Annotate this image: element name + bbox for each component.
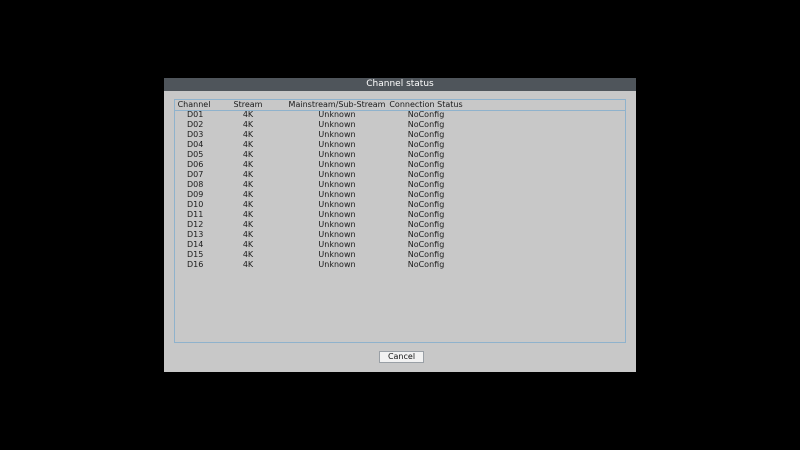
header-mainstream-substream: Mainstream/Sub-Stream bbox=[288, 100, 386, 109]
cell-stream: 4K bbox=[242, 120, 254, 129]
cell-connection-status: NoConfig bbox=[407, 110, 445, 119]
cell-connection-status: NoConfig bbox=[407, 150, 445, 159]
table-row[interactable]: D01 4K Unknown NoConfig bbox=[175, 110, 625, 120]
cell-stream: 4K bbox=[242, 150, 254, 159]
cell-connection-status: NoConfig bbox=[407, 260, 445, 269]
cell-stream: 4K bbox=[242, 130, 254, 139]
cell-channel: D15 bbox=[187, 250, 204, 259]
cell-mainstream-substream: Unknown bbox=[318, 130, 356, 139]
table-row[interactable]: D05 4K Unknown NoConfig bbox=[175, 150, 625, 160]
cell-mainstream-substream: Unknown bbox=[318, 220, 356, 229]
table-row[interactable]: D16 4K Unknown NoConfig bbox=[175, 260, 625, 270]
cell-channel: D03 bbox=[187, 130, 204, 139]
table-row[interactable]: D02 4K Unknown NoConfig bbox=[175, 120, 625, 130]
cell-connection-status: NoConfig bbox=[407, 130, 445, 139]
cell-connection-status: NoConfig bbox=[407, 120, 445, 129]
cell-connection-status: NoConfig bbox=[407, 160, 445, 169]
cell-channel: D09 bbox=[187, 190, 204, 199]
cell-mainstream-substream: Unknown bbox=[318, 260, 356, 269]
cell-channel: D07 bbox=[187, 170, 204, 179]
cell-mainstream-substream: Unknown bbox=[318, 110, 356, 119]
cell-channel: D11 bbox=[187, 210, 204, 219]
table-row[interactable]: D10 4K Unknown NoConfig bbox=[175, 200, 625, 210]
table-row[interactable]: D07 4K Unknown NoConfig bbox=[175, 170, 625, 180]
cell-channel: D13 bbox=[187, 230, 204, 239]
cell-connection-status: NoConfig bbox=[407, 180, 445, 189]
cell-channel: D05 bbox=[187, 150, 204, 159]
cell-mainstream-substream: Unknown bbox=[318, 230, 356, 239]
header-connection-status: Connection Status bbox=[389, 100, 463, 109]
header-stream: Stream bbox=[233, 100, 263, 109]
cell-mainstream-substream: Unknown bbox=[318, 200, 356, 209]
cell-stream: 4K bbox=[242, 250, 254, 259]
table-row[interactable]: D03 4K Unknown NoConfig bbox=[175, 130, 625, 140]
cell-channel: D10 bbox=[187, 200, 204, 209]
cell-mainstream-substream: Unknown bbox=[318, 120, 356, 129]
cell-stream: 4K bbox=[242, 200, 254, 209]
cell-stream: 4K bbox=[242, 210, 254, 219]
table-row[interactable]: D15 4K Unknown NoConfig bbox=[175, 250, 625, 260]
cell-stream: 4K bbox=[242, 260, 254, 269]
table-body: D01 4K Unknown NoConfig D02 4K Unknown NoConfig… bbox=[175, 110, 625, 270]
cell-connection-status: NoConfig bbox=[407, 140, 445, 149]
cell-channel: D08 bbox=[187, 180, 204, 189]
cell-channel: D14 bbox=[187, 240, 204, 249]
cell-channel: D02 bbox=[187, 120, 204, 129]
cell-stream: 4K bbox=[242, 240, 254, 249]
cell-channel: D12 bbox=[187, 220, 204, 229]
cell-stream: 4K bbox=[242, 140, 254, 149]
cell-connection-status: NoConfig bbox=[407, 210, 445, 219]
table-row[interactable]: D13 4K Unknown NoConfig bbox=[175, 230, 625, 240]
cell-mainstream-substream: Unknown bbox=[318, 170, 356, 179]
table-row[interactable]: D08 4K Unknown NoConfig bbox=[175, 180, 625, 190]
cell-mainstream-substream: Unknown bbox=[318, 250, 356, 259]
cell-connection-status: NoConfig bbox=[407, 170, 445, 179]
header-channel: Channel bbox=[177, 100, 211, 109]
cancel-button[interactable]: Cancel bbox=[379, 351, 424, 363]
table-row[interactable]: D04 4K Unknown NoConfig bbox=[175, 140, 625, 150]
cell-channel: D04 bbox=[187, 140, 204, 149]
cell-stream: 4K bbox=[242, 170, 254, 179]
cell-connection-status: NoConfig bbox=[407, 230, 445, 239]
cell-channel: D06 bbox=[187, 160, 204, 169]
dialog-title: Channel status bbox=[164, 78, 636, 91]
cell-mainstream-substream: Unknown bbox=[318, 210, 356, 219]
table-row[interactable]: D12 4K Unknown NoConfig bbox=[175, 220, 625, 230]
cell-stream: 4K bbox=[242, 190, 254, 199]
table-row[interactable]: D09 4K Unknown NoConfig bbox=[175, 190, 625, 200]
cell-stream: 4K bbox=[242, 160, 254, 169]
cell-mainstream-substream: Unknown bbox=[318, 160, 356, 169]
cell-stream: 4K bbox=[242, 220, 254, 229]
cell-channel: D01 bbox=[187, 110, 204, 119]
table-row[interactable]: D14 4K Unknown NoConfig bbox=[175, 240, 625, 250]
cell-mainstream-substream: Unknown bbox=[318, 190, 356, 199]
cell-connection-status: NoConfig bbox=[407, 250, 445, 259]
cell-mainstream-substream: Unknown bbox=[318, 150, 356, 159]
table-row[interactable]: D11 4K Unknown NoConfig bbox=[175, 210, 625, 220]
channel-table: Channel Stream Mainstream/Sub-Stream Con… bbox=[174, 99, 626, 343]
channel-status-dialog: Channel status Channel Stream Mainstream… bbox=[164, 78, 636, 372]
cell-connection-status: NoConfig bbox=[407, 240, 445, 249]
cell-connection-status: NoConfig bbox=[407, 190, 445, 199]
cell-mainstream-substream: Unknown bbox=[318, 140, 356, 149]
cell-stream: 4K bbox=[242, 110, 254, 119]
table-row[interactable]: D06 4K Unknown NoConfig bbox=[175, 160, 625, 170]
cell-stream: 4K bbox=[242, 230, 254, 239]
cell-connection-status: NoConfig bbox=[407, 200, 445, 209]
table-header: Channel Stream Mainstream/Sub-Stream Con… bbox=[175, 100, 625, 110]
cell-connection-status: NoConfig bbox=[407, 220, 445, 229]
cell-channel: D16 bbox=[187, 260, 204, 269]
cell-stream: 4K bbox=[242, 180, 254, 189]
cell-mainstream-substream: Unknown bbox=[318, 180, 356, 189]
cell-mainstream-substream: Unknown bbox=[318, 240, 356, 249]
